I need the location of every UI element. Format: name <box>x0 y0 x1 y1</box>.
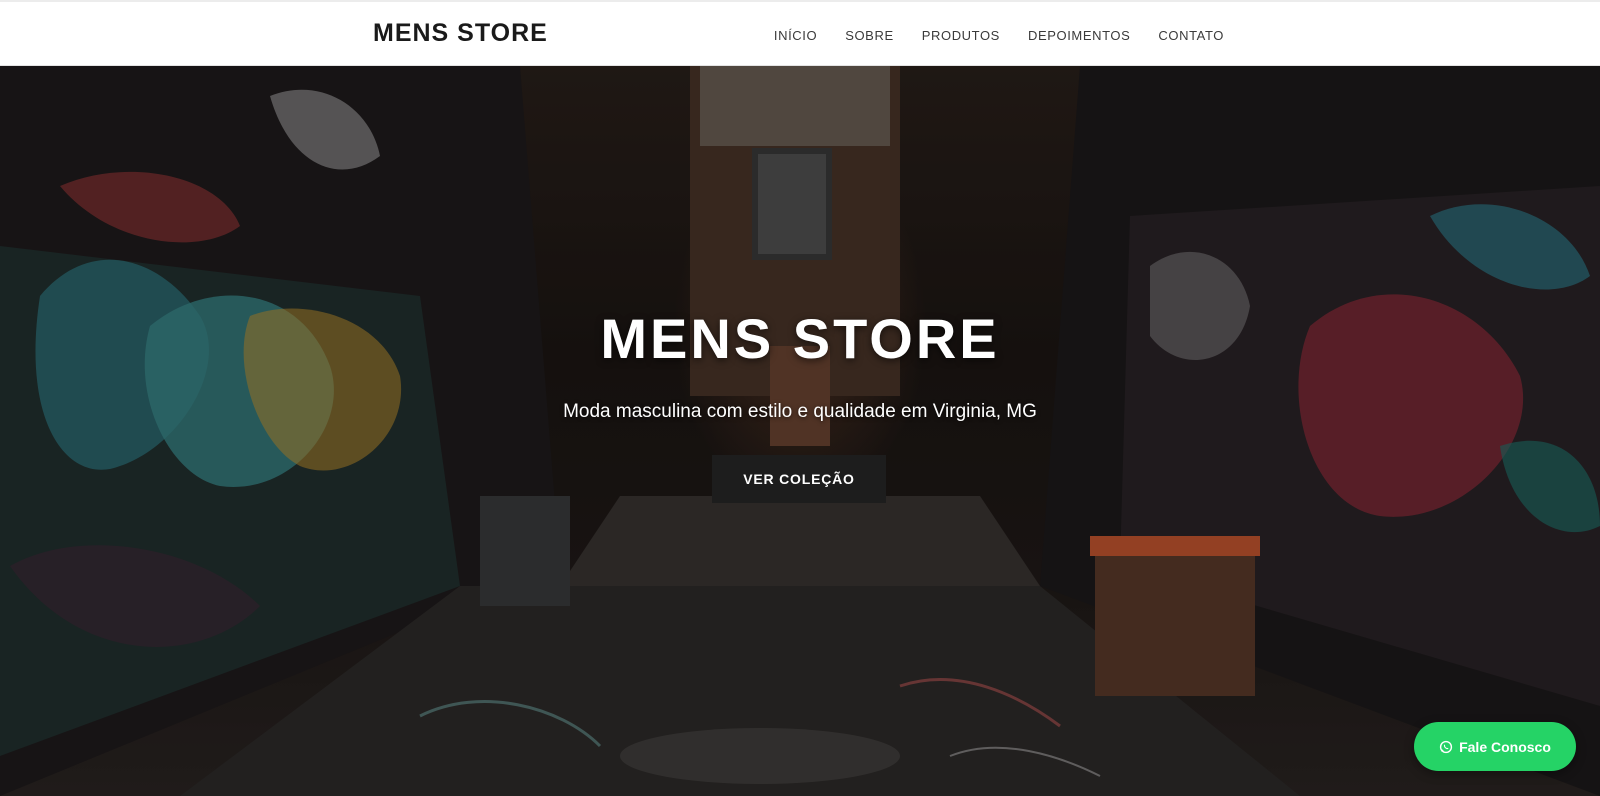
hero-title: MENS STORE <box>600 307 1000 370</box>
hero-dark-overlay <box>0 66 1600 796</box>
whatsapp-contact-button[interactable]: Fale Conosco <box>1414 722 1576 771</box>
nav-link-contato[interactable]: CONTATO <box>1158 28 1224 43</box>
nav-link-inicio[interactable]: INÍCIO <box>774 28 817 43</box>
main-nav: INÍCIO SOBRE PRODUTOS DEPOIMENTOS CONTAT… <box>774 28 1224 43</box>
whatsapp-button-label: Fale Conosco <box>1459 738 1551 755</box>
nav-link-sobre[interactable]: SOBRE <box>845 28 894 43</box>
brand-logo[interactable]: MENS STORE <box>373 19 548 48</box>
nav-link-produtos[interactable]: PRODUTOS <box>922 28 1000 43</box>
nav-link-depoimentos[interactable]: DEPOIMENTOS <box>1028 28 1130 43</box>
top-navbar: MENS STORE INÍCIO SOBRE PRODUTOS DEPOIME… <box>0 0 1600 66</box>
hero-section: MENS STORE Moda masculina com estilo e q… <box>0 66 1600 796</box>
whatsapp-icon <box>1439 740 1453 753</box>
hero-subtitle: Moda masculina com estilo e qualidade em… <box>563 401 1037 422</box>
view-collection-button[interactable]: VER COLEÇÃO <box>712 455 886 503</box>
